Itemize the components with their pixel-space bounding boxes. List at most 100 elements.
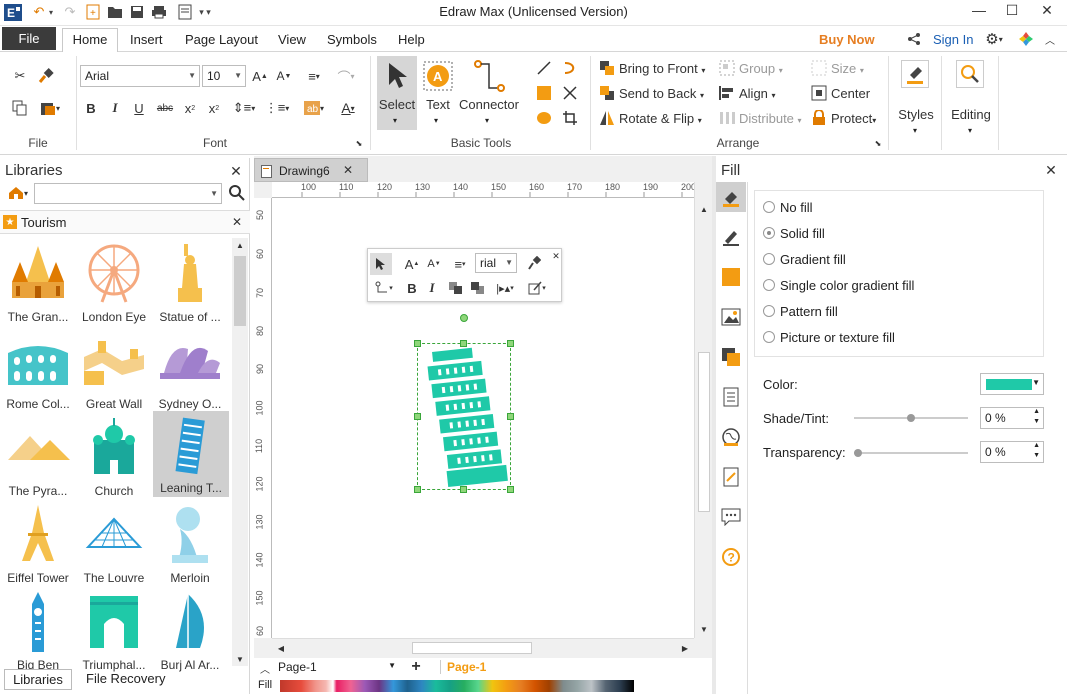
- radio-no-fill[interactable]: No fill: [763, 200, 963, 216]
- protect-button[interactable]: Protect▾: [831, 111, 876, 126]
- font-color-icon[interactable]: A ▾: [334, 98, 362, 118]
- edit-shape-icon[interactable]: ▾: [524, 279, 550, 297]
- tab-help[interactable]: Help: [398, 32, 425, 47]
- rotation-handle[interactable]: [460, 314, 468, 322]
- library-item-great-wall[interactable]: Great Wall: [76, 327, 152, 413]
- slider-thumb[interactable]: [854, 449, 862, 457]
- shade-tint-slider[interactable]: [854, 414, 968, 422]
- page-select[interactable]: Page-1 ▼: [278, 660, 398, 676]
- spinner-down-icon[interactable]: ▼: [1033, 452, 1040, 459]
- center-button[interactable]: Center: [831, 86, 870, 101]
- tab-file[interactable]: File: [2, 27, 56, 50]
- pointer-icon[interactable]: [370, 253, 392, 275]
- selection-handle[interactable]: [507, 340, 514, 347]
- gear-icon[interactable]: ⚙ ▾: [983, 30, 1005, 48]
- mini-align-icon[interactable]: |▸▴ ▾: [492, 279, 518, 297]
- scroll-thumb[interactable]: [698, 352, 710, 512]
- radio-button[interactable]: [763, 279, 775, 291]
- document-edit-icon[interactable]: [716, 462, 746, 492]
- slider-thumb[interactable]: [907, 414, 915, 422]
- bring-forward-icon[interactable]: [446, 279, 466, 297]
- globe-icon[interactable]: [716, 422, 746, 452]
- line-spacing-icon[interactable]: ⇕≡ ▾: [230, 98, 258, 118]
- connector-style-icon[interactable]: ▾: [372, 279, 396, 297]
- shadow-icon[interactable]: [716, 262, 746, 292]
- color-palette-swatches[interactable]: [280, 680, 634, 692]
- italic-icon[interactable]: I: [424, 279, 440, 297]
- libraries-scrollbar[interactable]: ▲ ▼: [232, 238, 248, 666]
- bold-icon[interactable]: B: [82, 98, 100, 118]
- editing-button[interactable]: Editing ▾: [946, 56, 996, 146]
- close-icon[interactable]: ✕: [229, 163, 243, 179]
- radio-button-selected[interactable]: [763, 227, 775, 239]
- selection-handle[interactable]: [414, 340, 421, 347]
- size-button[interactable]: Size ▾: [831, 61, 864, 76]
- paste-icon[interactable]: ▾: [36, 98, 64, 118]
- share-icon[interactable]: [906, 31, 922, 47]
- align-icon[interactable]: [718, 85, 736, 101]
- align-text-icon[interactable]: ≡ ▾: [448, 255, 472, 273]
- line-icon[interactable]: [534, 58, 554, 78]
- selection-handle[interactable]: [507, 486, 514, 493]
- copy-icon[interactable]: [10, 98, 30, 118]
- color-picker[interactable]: ▼: [980, 373, 1044, 395]
- crop-icon[interactable]: [560, 108, 580, 128]
- rotate-flip-icon[interactable]: [598, 110, 616, 126]
- plugin-icon[interactable]: [1017, 30, 1035, 48]
- styles-button[interactable]: Styles ▾: [893, 56, 939, 146]
- comment-icon[interactable]: [716, 502, 746, 532]
- cut-icon[interactable]: ✂: [10, 66, 30, 86]
- connector-tool-button[interactable]: Connector ▾: [457, 56, 521, 130]
- maximize-icon[interactable]: ☐: [995, 0, 1029, 22]
- superscript-icon[interactable]: x2: [204, 98, 224, 118]
- curve-icon[interactable]: [560, 58, 580, 78]
- bullets-icon[interactable]: ⋮≡ ▾: [262, 98, 292, 118]
- tab-insert[interactable]: Insert: [130, 32, 163, 47]
- selection-handle[interactable]: [460, 486, 467, 493]
- group-icon[interactable]: [718, 60, 736, 76]
- radio-button[interactable]: [763, 201, 775, 213]
- rectangle-icon[interactable]: [534, 83, 554, 103]
- shrink-font-icon[interactable]: A ▼: [424, 255, 444, 273]
- underline-icon[interactable]: U: [130, 98, 148, 118]
- shade-tint-spinner[interactable]: 0 % ▲ ▼: [980, 407, 1044, 429]
- select-tool-button[interactable]: Select ▾: [377, 56, 417, 130]
- text-align-icon[interactable]: ≡ ▾: [300, 66, 328, 86]
- decrease-font-icon[interactable]: A ▼: [274, 66, 294, 86]
- font-name-select[interactable]: Arial ▼: [80, 65, 200, 87]
- collapse-ribbon-icon[interactable]: ︿: [1043, 32, 1057, 47]
- close-window-icon[interactable]: ✕: [1030, 0, 1064, 22]
- search-icon[interactable]: [228, 184, 246, 202]
- italic-icon[interactable]: I: [106, 98, 124, 118]
- distribute-button[interactable]: Distribute ▾: [739, 111, 802, 126]
- text-tool-button[interactable]: A Text ▾: [420, 56, 456, 130]
- library-item-pyramids[interactable]: The Pyra...: [0, 414, 76, 500]
- subscript-icon[interactable]: x2: [180, 98, 200, 118]
- selection-handle[interactable]: [414, 413, 421, 420]
- scroll-thumb[interactable]: [234, 256, 246, 326]
- library-item-church[interactable]: Church: [76, 414, 152, 500]
- radio-single-color-gradient-fill[interactable]: Single color gradient fill: [763, 278, 1003, 294]
- radio-gradient-fill[interactable]: Gradient fill: [763, 252, 963, 268]
- close-icon[interactable]: ✕: [341, 163, 355, 177]
- close-icon[interactable]: ✕: [551, 251, 561, 261]
- library-item-triumphal-arch[interactable]: Triumphal...: [76, 588, 152, 674]
- send-to-back-button[interactable]: Send to Back ▾: [619, 86, 704, 101]
- tab-page-layout[interactable]: Page Layout: [185, 32, 258, 47]
- library-item-grand-palace[interactable]: The Gran...: [0, 240, 76, 326]
- scroll-down-icon[interactable]: ▼: [695, 622, 713, 636]
- distribute-icon[interactable]: [718, 110, 736, 126]
- library-item-london-eye[interactable]: London Eye: [76, 240, 152, 326]
- tab-home[interactable]: Home: [62, 28, 118, 53]
- buy-now-link[interactable]: Buy Now: [819, 32, 875, 47]
- library-home-icon[interactable]: ▾: [4, 184, 32, 202]
- format-painter-icon[interactable]: [524, 254, 544, 272]
- bold-icon[interactable]: B: [404, 279, 420, 297]
- highlight-icon[interactable]: ab ▾: [300, 98, 328, 118]
- radio-picture-or-texture-fill[interactable]: Picture or texture fill: [763, 330, 983, 346]
- canvas-vertical-scrollbar[interactable]: ▲ ▼: [694, 182, 712, 638]
- library-item-burj-al-arab[interactable]: Burj Al Ar...: [152, 588, 228, 674]
- canvas-horizontal-scrollbar[interactable]: ◀ ▶: [272, 638, 694, 656]
- radio-button[interactable]: [763, 305, 775, 317]
- selection-handle[interactable]: [460, 340, 467, 347]
